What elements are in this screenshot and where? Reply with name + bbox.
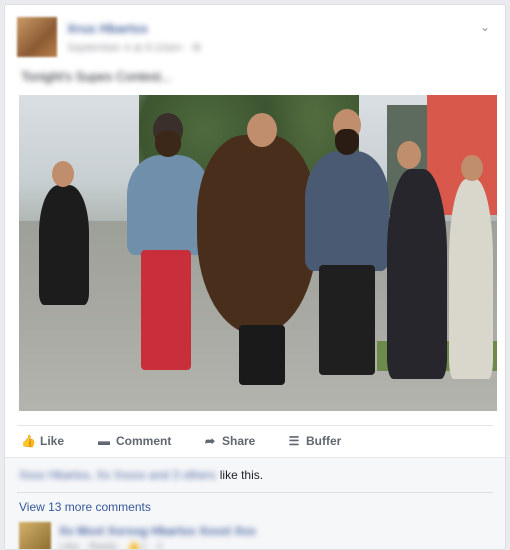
post-footer: Xxxx Hbartxx, Xx Xxxxx and 3 others like… [5, 457, 505, 549]
buffer-stack-icon: ☰ [288, 434, 300, 448]
post-meta[interactable]: September 4 at 9:10am · ⚙ [67, 41, 202, 54]
footer-divider [17, 492, 493, 493]
photo-person [39, 185, 89, 305]
comment-label: Comment [116, 434, 172, 448]
post-card: Xrus Hbartxx September 4 at 9:10am · ⚙ ⌄… [4, 4, 506, 550]
photo-person-head [397, 141, 421, 169]
author-name[interactable]: Xrus Hbartxx [67, 21, 148, 36]
photo-person-legs [239, 325, 285, 385]
like-label: Like [40, 434, 65, 448]
photo-long-beard [197, 135, 317, 335]
comment-button[interactable]: ▬ Comment [97, 434, 171, 448]
photo-person-head [461, 155, 483, 181]
share-label: Share [222, 434, 256, 448]
share-arrow-icon: ➦ [204, 434, 216, 448]
post-header: Xrus Hbartxx September 4 at 9:10am · ⚙ ⌄ [17, 15, 493, 59]
photo-person-legs [319, 265, 375, 375]
view-more-comments-link[interactable]: View 13 more comments [19, 500, 151, 514]
buffer-label: Buffer [306, 434, 342, 448]
comment-meta[interactable]: Like · Reply · 👍1 · 2 [59, 540, 163, 549]
thumbs-up-icon: 👍 [21, 434, 36, 448]
photo-person-beard [155, 131, 181, 157]
photo-person-legs [141, 250, 191, 370]
share-button[interactable]: ➦ Share [203, 434, 255, 448]
comment-icon: ▬ [98, 434, 110, 448]
commenter-name[interactable]: Xx Mxxt Xxrxxg Hbartxx Xxxxt Xxx [59, 524, 256, 538]
photo-person-head [247, 113, 277, 147]
chevron-down-icon[interactable]: ⌄ [477, 19, 493, 35]
buffer-button[interactable]: ☰ Buffer [287, 434, 342, 448]
photo-person [449, 179, 493, 379]
photo-person-head [52, 161, 74, 187]
action-bar: 👍 Like ▬ Comment ➦ Share ☰ Buffer [17, 425, 493, 453]
author-avatar[interactable] [17, 17, 57, 57]
photo-person [305, 151, 389, 271]
commenter-avatar[interactable] [19, 522, 51, 549]
likes-summary: Xxxx Hbartxx, Xx Xxxxx and 3 others like… [19, 468, 263, 482]
likes-suffix: like this. [219, 468, 264, 482]
like-button[interactable]: 👍 Like [21, 434, 64, 448]
photo-person [387, 169, 447, 379]
post-status-text: Tonight's Supes Contest... [21, 69, 172, 84]
photo-person-beard [335, 129, 359, 155]
likes-names[interactable]: Xxxx Hbartxx, Xx Xxxxx and 3 others [19, 468, 216, 482]
post-photo[interactable] [19, 95, 497, 411]
